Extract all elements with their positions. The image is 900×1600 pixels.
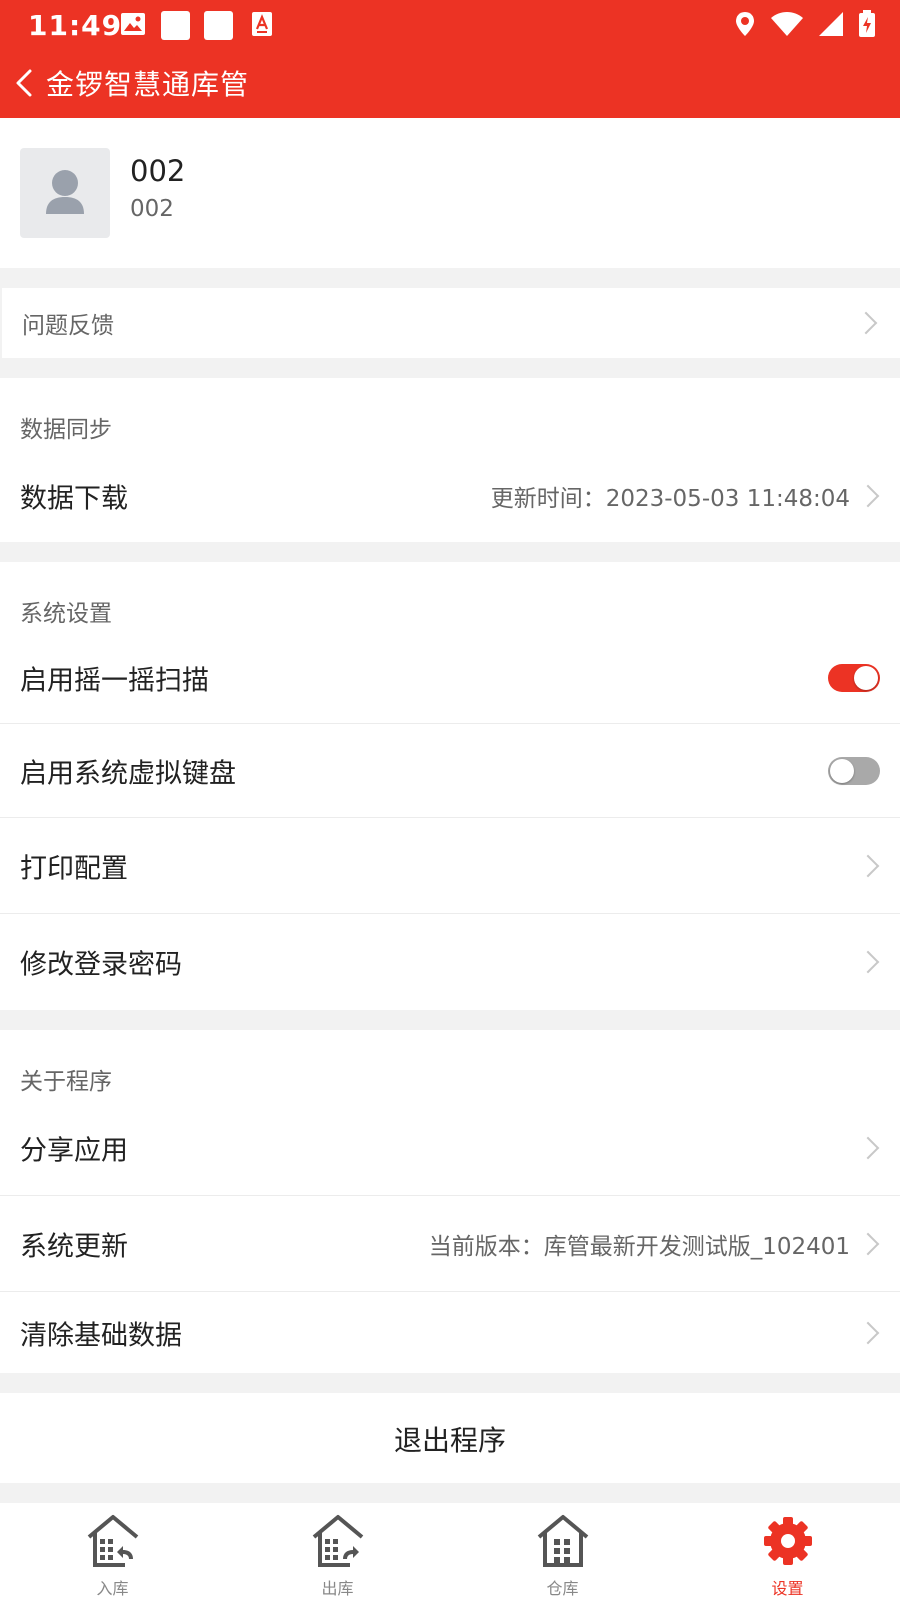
data-download-row[interactable]: 数据下载 更新时间：2023-05-03 11:48:04 — [0, 450, 900, 542]
pdf-notification-icon — [252, 12, 272, 36]
chevron-right-icon — [856, 854, 880, 877]
signal-icon — [819, 12, 843, 36]
bottom-nav: 入库 出库 仓库 设置 — [0, 1503, 900, 1600]
nav-label: 出库 — [321, 1579, 354, 1598]
chevron-right-icon — [854, 311, 878, 335]
status-time: 11:49 — [28, 9, 123, 42]
last-update-time: 更新时间：2023-05-03 11:48:04 — [490, 486, 850, 512]
back-arrow-icon[interactable] — [8, 66, 42, 100]
app-root: 11:49 金锣智慧通库管 002 002 问题反馈 数据同步 数据下载 更新时… — [0, 0, 900, 1600]
toggle-knob — [854, 665, 878, 690]
chevron-right-icon — [856, 1232, 880, 1255]
shake-scan-row: 启用摇一摇扫描 — [0, 632, 900, 724]
location-icon — [736, 12, 754, 36]
chevron-right-icon — [856, 1136, 880, 1159]
print-config-label: 打印配置 — [20, 853, 128, 884]
wifi-icon — [771, 12, 803, 36]
about-section: 关于程序 分享应用 系统更新 当前版本：库管最新开发测试版_102401 清除基… — [0, 1030, 900, 1373]
nav-label: 仓库 — [546, 1579, 579, 1598]
app-notification-icon — [204, 11, 233, 40]
nav-label: 设置 — [771, 1579, 804, 1598]
chevron-right-icon — [856, 1321, 880, 1344]
change-password-label: 修改登录密码 — [20, 949, 182, 981]
nav-item-outbound[interactable]: 出库 — [225, 1503, 450, 1600]
warehouse-icon — [537, 1515, 588, 1567]
section-heading: 系统设置 — [20, 601, 112, 627]
status-bar: 11:49 — [0, 0, 900, 48]
nav-item-warehouse[interactable]: 仓库 — [450, 1503, 675, 1600]
toggle-knob — [830, 758, 854, 783]
change-password-row[interactable]: 修改登录密码 — [0, 914, 900, 1010]
system-settings-section: 系统设置 启用摇一摇扫描 启用系统虚拟键盘 打印配置 修改登录密码 — [0, 562, 900, 1010]
nav-item-inbound[interactable]: 入库 — [0, 1503, 225, 1600]
section-heading: 关于程序 — [20, 1069, 112, 1095]
feedback-label: 问题反馈 — [22, 313, 114, 339]
system-update-label: 系统更新 — [20, 1231, 128, 1262]
data-download-label: 数据下载 — [20, 483, 128, 515]
share-app-label: 分享应用 — [20, 1135, 128, 1166]
exit-label: 退出程序 — [393, 1424, 506, 1457]
clear-data-label: 清除基础数据 — [20, 1320, 182, 1351]
print-config-row[interactable]: 打印配置 — [0, 818, 900, 914]
warehouse-out-icon — [312, 1515, 363, 1567]
profile-id: 002 — [130, 196, 174, 222]
virtual-keyboard-row: 启用系统虚拟键盘 — [0, 724, 900, 818]
page-title: 金锣智慧通库管 — [46, 68, 250, 101]
title-bar: 金锣智慧通库管 — [0, 48, 900, 118]
shake-scan-label: 启用摇一摇扫描 — [20, 665, 209, 696]
share-app-row[interactable]: 分享应用 — [0, 1100, 900, 1196]
data-sync-section: 数据同步 数据下载 更新时间：2023-05-03 11:48:04 — [0, 378, 900, 542]
profile-name: 002 — [130, 154, 186, 188]
current-version: 当前版本：库管最新开发测试版_102401 — [428, 1233, 850, 1260]
gear-icon — [763, 1517, 812, 1565]
section-heading: 数据同步 — [20, 417, 112, 443]
image-notification-icon — [121, 13, 145, 35]
top-bar: 11:49 金锣智慧通库管 — [0, 0, 900, 118]
clear-data-row[interactable]: 清除基础数据 — [0, 1292, 900, 1373]
app-notification-icon — [161, 11, 190, 40]
chevron-right-icon — [856, 484, 880, 508]
nav-label: 入库 — [96, 1579, 129, 1598]
status-icons — [734, 10, 876, 38]
shake-scan-toggle[interactable] — [828, 663, 880, 692]
profile-card[interactable]: 002 002 — [0, 118, 900, 268]
avatar — [20, 148, 110, 238]
exit-button[interactable]: 退出程序 — [0, 1393, 900, 1483]
warehouse-in-icon — [87, 1515, 138, 1567]
feedback-row[interactable]: 问题反馈 — [2, 288, 900, 358]
user-icon — [46, 170, 84, 214]
nav-item-settings[interactable]: 设置 — [675, 1503, 900, 1600]
virtual-keyboard-toggle[interactable] — [828, 756, 880, 785]
chevron-right-icon — [856, 950, 880, 974]
virtual-keyboard-label: 启用系统虚拟键盘 — [20, 758, 236, 789]
battery-icon — [859, 10, 875, 37]
system-update-row[interactable]: 系统更新 当前版本：库管最新开发测试版_102401 — [0, 1196, 900, 1292]
